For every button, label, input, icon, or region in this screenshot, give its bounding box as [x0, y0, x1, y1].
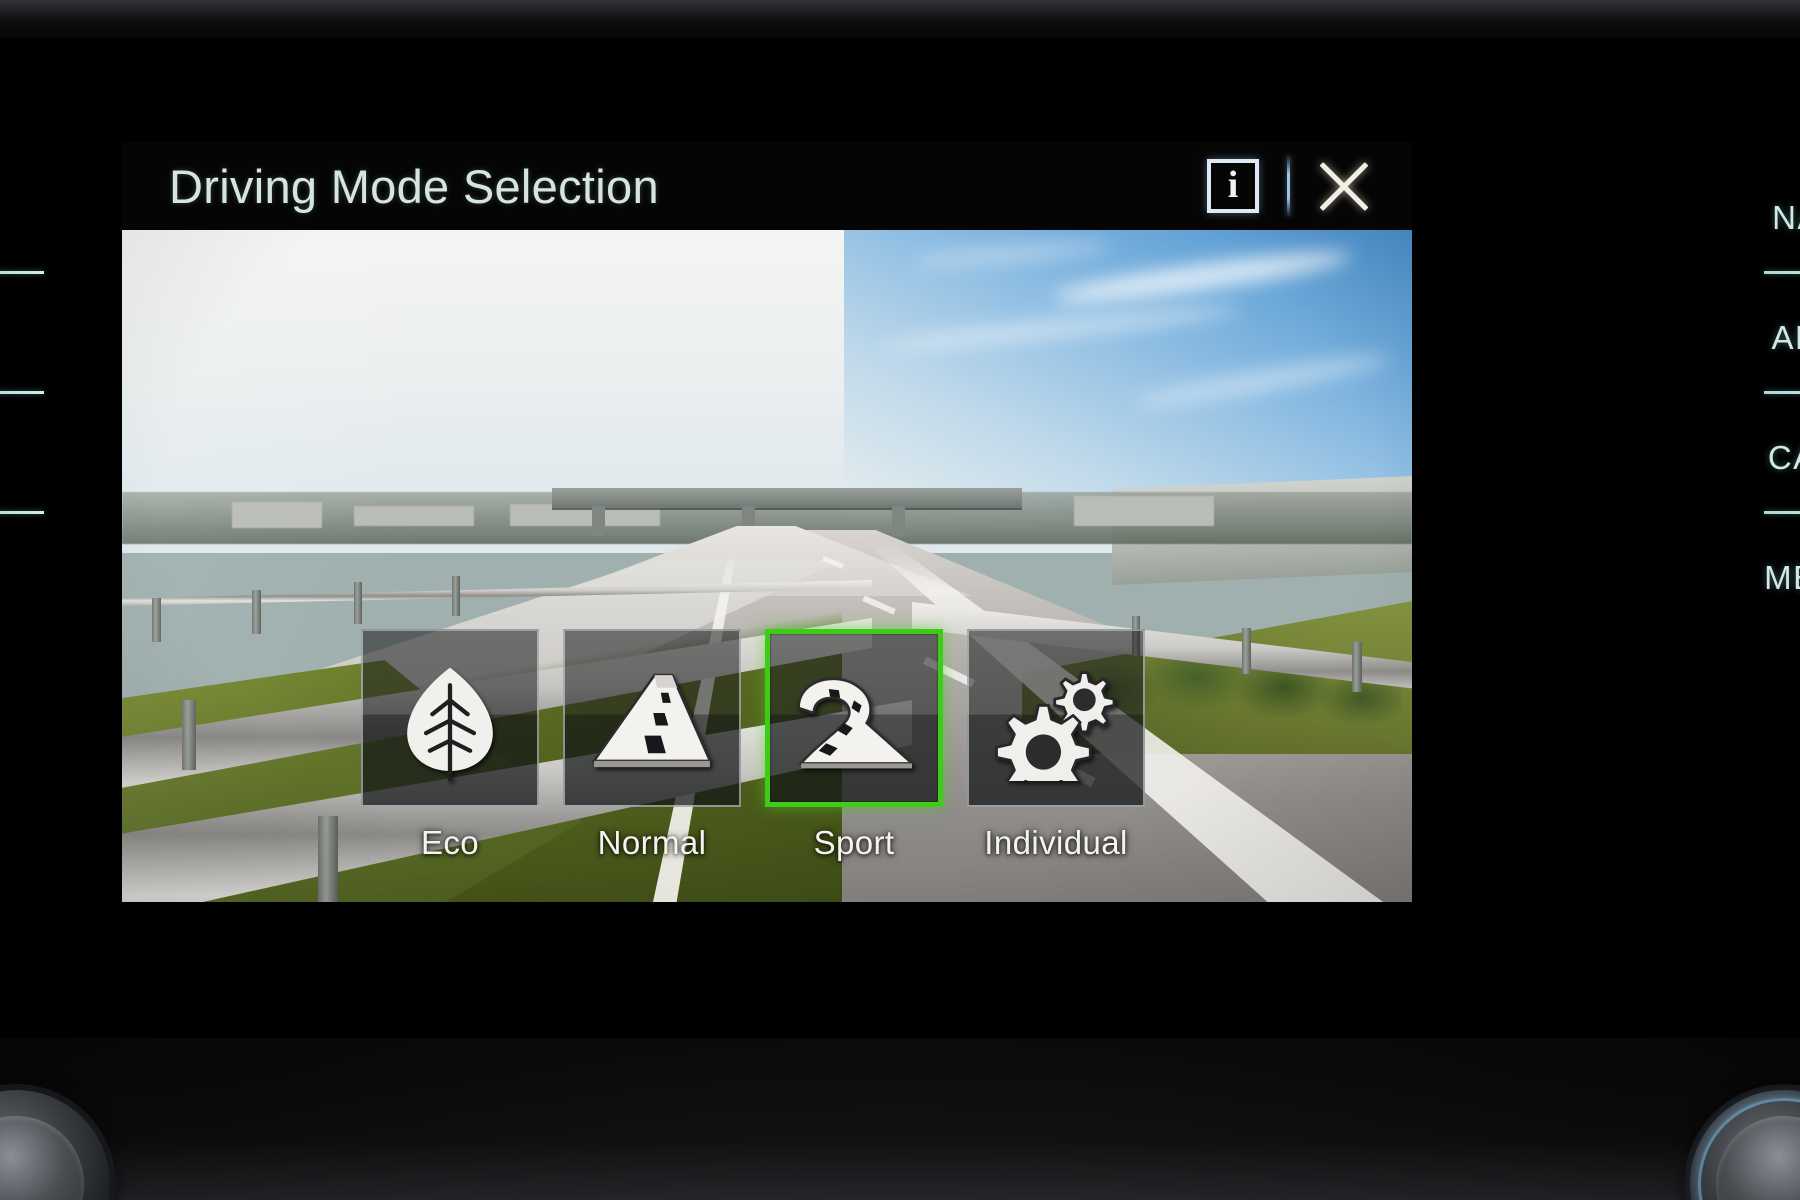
rotary-knob-left[interactable] [0, 1090, 110, 1200]
photo-guardrail-post [354, 582, 362, 624]
driving-mode-normal[interactable]: Normal [563, 629, 741, 862]
side-item-right-label-0: NAV [1772, 199, 1800, 236]
background-photo-motorway: Eco Normal Sport Individual [122, 230, 1412, 902]
side-separator-4 [1764, 391, 1800, 394]
info-button[interactable]: i [1187, 142, 1279, 230]
photo-guardrail-post [1242, 628, 1251, 674]
photo-building [354, 506, 474, 526]
lcd-screen[interactable]: O A E E NAV APP [0, 38, 1800, 1038]
bezel-highlight-bottom [0, 1080, 1800, 1200]
info-icon: i [1207, 159, 1259, 213]
side-item-left-3[interactable]: E [0, 518, 86, 638]
titlebar-actions: i [1187, 142, 1390, 230]
side-item-right-app[interactable]: APP [1722, 278, 1800, 398]
side-separator-0 [0, 271, 44, 274]
driving-mode-eco[interactable]: Eco [361, 629, 539, 862]
side-item-right-label-2: CAR [1767, 439, 1800, 476]
page-title: Driving Mode Selection [169, 159, 659, 213]
straight-road-icon [591, 673, 712, 768]
mode-label-normal: Normal [597, 824, 707, 861]
driving-mode-list: Eco Normal Sport Individual [361, 629, 1145, 862]
close-icon [1315, 157, 1373, 215]
photo-guardrail-post [252, 590, 261, 634]
mode-label-sport: Sport [813, 824, 895, 861]
side-item-right-car[interactable]: CAR [1722, 398, 1800, 518]
photo-guardrail-post [152, 598, 161, 642]
photo-overpass-pier [892, 506, 905, 536]
side-separator-5 [1764, 511, 1800, 514]
driving-mode-dialog: Driving Mode Selection i Eco Normal Spor… [122, 142, 1412, 902]
info-icon-letter: i [1227, 164, 1239, 206]
close-button[interactable] [1298, 142, 1390, 230]
mode-label-individual: Individual [984, 824, 1128, 861]
infotainment-head-unit: O A E E NAV APP [0, 0, 1800, 1200]
mode-label-eco: Eco [420, 824, 480, 861]
photo-guardrail-post [452, 576, 460, 616]
side-menu-left: O A E E [0, 158, 86, 718]
side-item-left-0[interactable]: O [0, 158, 86, 278]
mode-tile-normal[interactable] [563, 629, 741, 807]
leaf-icon [407, 667, 493, 781]
curved-road-icon [797, 677, 916, 769]
side-separator-2 [0, 511, 44, 514]
driving-mode-individual[interactable]: Individual [967, 629, 1145, 862]
mode-tile-sport[interactable] [765, 629, 943, 807]
mode-tile-eco[interactable] [361, 629, 539, 807]
side-item-left-1[interactable]: A [0, 278, 86, 398]
dialog-titlebar: Driving Mode Selection i [122, 142, 1412, 230]
mode-tile-individual[interactable] [967, 629, 1145, 807]
photo-overpass-pier [592, 506, 605, 536]
gears-icon [995, 671, 1116, 781]
titlebar-divider [1287, 156, 1290, 216]
side-separator-1 [0, 391, 44, 394]
rotary-knob-right[interactable] [1690, 1090, 1800, 1200]
side-menu-right: NAV APP CAR MEN [1722, 158, 1800, 718]
driving-mode-sport[interactable]: Sport [765, 629, 943, 862]
side-item-right-label-3: MEN [1764, 559, 1800, 596]
photo-building [1074, 496, 1214, 526]
side-separator-3 [1764, 271, 1800, 274]
side-item-right-menu[interactable]: MEN [1722, 518, 1800, 638]
side-item-right-nav[interactable]: NAV [1722, 158, 1800, 278]
side-item-left-2[interactable]: E [0, 398, 86, 518]
photo-guardrail-post [182, 700, 196, 770]
side-item-right-label-1: APP [1771, 319, 1800, 356]
photo-overpass [552, 488, 1022, 508]
photo-guardrail-post [1352, 642, 1362, 692]
photo-guardrail-post [318, 816, 338, 902]
photo-building [232, 502, 322, 528]
